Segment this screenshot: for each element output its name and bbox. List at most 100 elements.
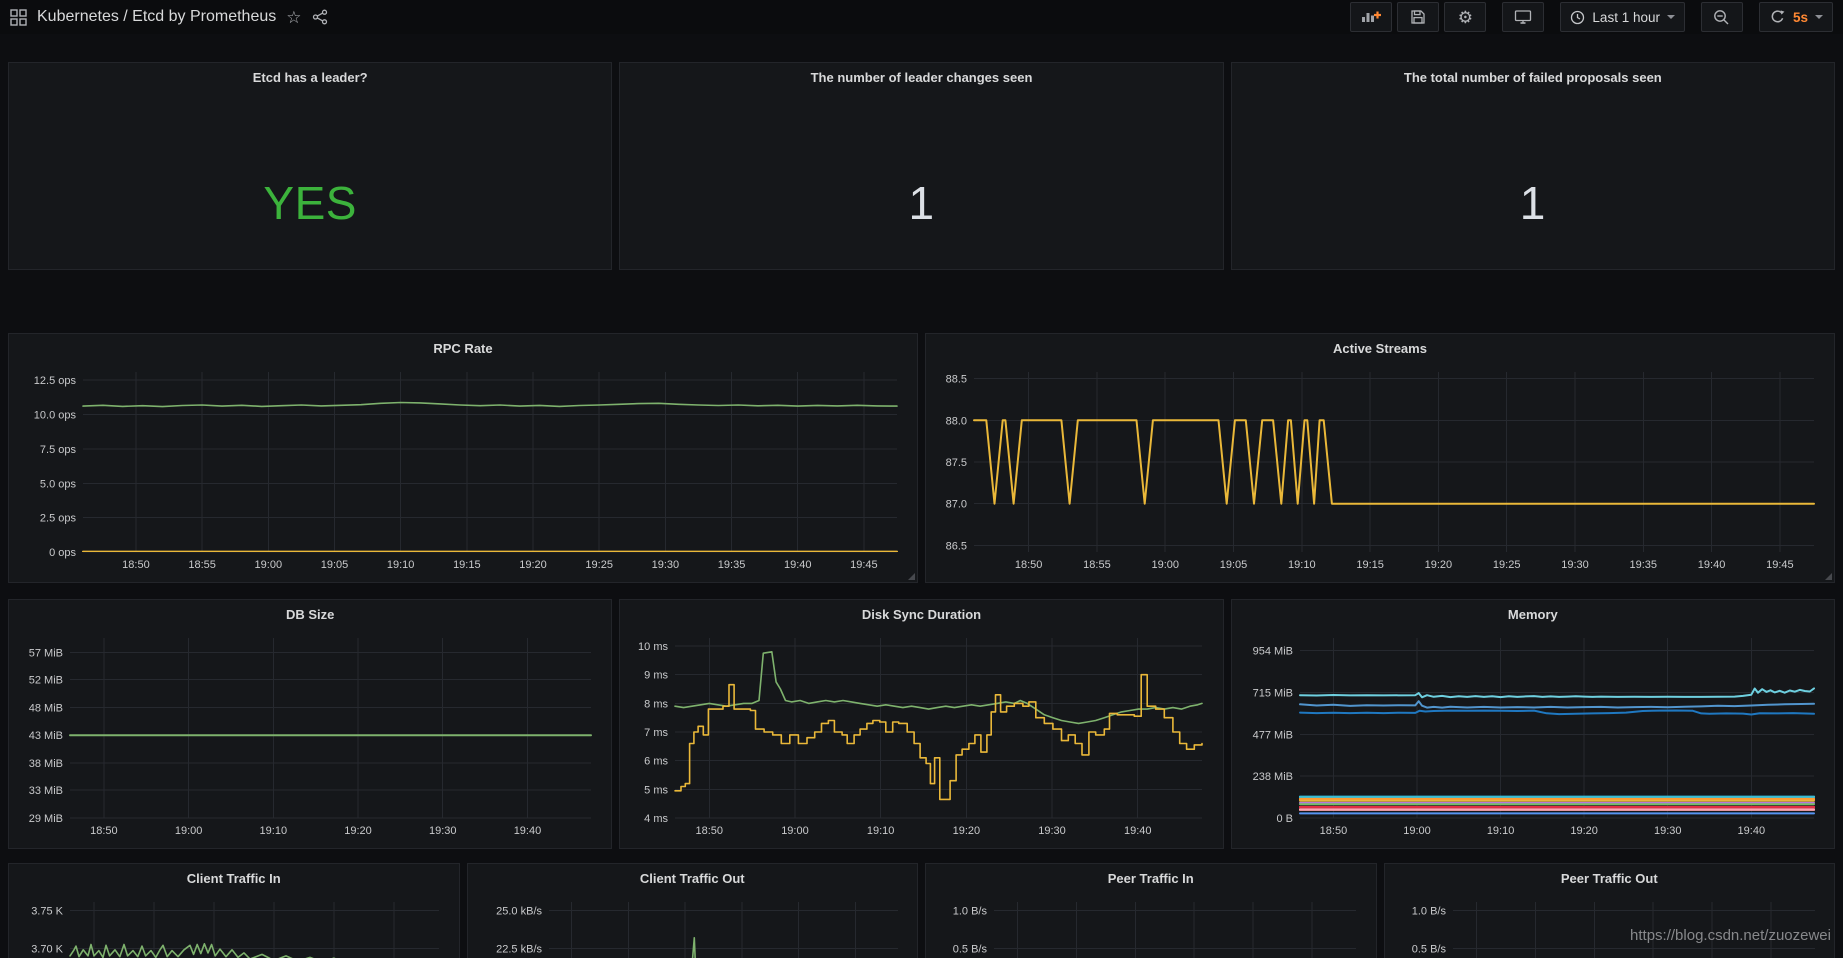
dashboard-settings-button[interactable]: ⚙ — [1444, 2, 1486, 32]
svg-text:19:00: 19:00 — [1151, 559, 1179, 571]
svg-text:3.70 K: 3.70 K — [31, 943, 63, 955]
save-icon — [1410, 9, 1426, 25]
stat-value-leader-changes: 1 — [620, 176, 1222, 230]
dashboard-title[interactable]: Kubernetes / Etcd by Prometheus — [37, 8, 276, 26]
svg-text:18:50: 18:50 — [696, 825, 724, 837]
csdn-watermark: https://blog.csdn.net/zuozewei — [1630, 927, 1831, 944]
chevron-down-icon — [1667, 15, 1675, 19]
svg-text:19:30: 19:30 — [1561, 559, 1589, 571]
svg-text:238 MiB: 238 MiB — [1252, 771, 1292, 783]
panel-title-leader-changes[interactable]: The number of leader changes seen — [620, 63, 1222, 91]
svg-text:19:35: 19:35 — [718, 559, 746, 571]
svg-text:19:35: 19:35 — [1630, 559, 1658, 571]
svg-text:19:10: 19:10 — [387, 559, 415, 571]
graph-row-3: Client Traffic In 3.75 K3.70 K18:5019:00… — [8, 863, 1835, 958]
chart-disk-sync-duration[interactable]: 4 ms5 ms6 ms7 ms8 ms9 ms10 ms18:5019:001… — [624, 628, 1216, 840]
panel-resize-handle[interactable] — [1825, 573, 1832, 580]
chart-db-size[interactable]: 29 MiB33 MiB38 MiB43 MiB48 MiB52 MiB57 M… — [13, 628, 605, 840]
chart-client-traffic-out[interactable]: 25.0 kB/s22.5 kB/s18:5019:0019:1019:2019… — [472, 892, 912, 958]
svg-text:0.5 B/s: 0.5 B/s — [1411, 943, 1446, 955]
svg-text:19:40: 19:40 — [1698, 559, 1726, 571]
svg-text:19:15: 19:15 — [1356, 559, 1384, 571]
svg-text:19:00: 19:00 — [782, 825, 810, 837]
svg-text:0 B: 0 B — [1276, 813, 1293, 825]
clock-icon — [1570, 10, 1585, 25]
gear-icon: ⚙ — [1458, 9, 1473, 26]
refresh-picker[interactable]: 5s — [1759, 2, 1833, 32]
panel-client-traffic-out: Client Traffic Out 25.0 kB/s22.5 kB/s18:… — [467, 863, 919, 958]
panel-title-etcd-has-leader[interactable]: Etcd has a leader? — [9, 63, 611, 91]
svg-text:715 MiB: 715 MiB — [1252, 688, 1292, 700]
save-dashboard-button[interactable] — [1397, 2, 1439, 32]
svg-text:48 MiB: 48 MiB — [29, 702, 63, 714]
zoom-out-time-button[interactable] — [1701, 2, 1743, 32]
chart-memory[interactable]: 0 B238 MiB477 MiB715 MiB954 MiB18:5019:0… — [1236, 628, 1828, 840]
svg-text:19:10: 19:10 — [867, 825, 895, 837]
svg-text:19:15: 19:15 — [453, 559, 481, 571]
panel-title-active-streams[interactable]: Active Streams — [926, 334, 1834, 362]
apps-grid-icon[interactable] — [10, 9, 27, 26]
panel-title-client-traffic-out[interactable]: Client Traffic Out — [468, 864, 918, 892]
panel-memory: Memory 0 B238 MiB477 MiB715 MiB954 MiB18… — [1231, 599, 1835, 849]
svg-text:19:20: 19:20 — [519, 559, 547, 571]
panel-title-peer-traffic-in[interactable]: Peer Traffic In — [926, 864, 1376, 892]
svg-text:18:55: 18:55 — [188, 559, 216, 571]
panel-title-memory[interactable]: Memory — [1232, 600, 1834, 628]
time-range-picker[interactable]: Last 1 hour — [1560, 2, 1685, 32]
chart-peer-traffic-in[interactable]: 1.0 B/s0.5 B/s18:5019:0019:1019:2019:301… — [930, 892, 1370, 958]
star-icon[interactable]: ☆ — [286, 9, 301, 26]
add-panel-button[interactable] — [1350, 2, 1392, 32]
svg-text:18:50: 18:50 — [1319, 825, 1347, 837]
graph-row-1: RPC Rate 0 ops 2.5 ops 5.0 ops 7.5 ops 10.0 … — [8, 333, 1835, 583]
svg-text:19:30: 19:30 — [1039, 825, 1067, 837]
svg-text:4 ms: 4 ms — [644, 813, 668, 825]
svg-text:18:50: 18:50 — [90, 825, 118, 837]
svg-text:1.0 B/s: 1.0 B/s — [1411, 906, 1446, 918]
svg-text:2.5 ops: 2.5 ops — [40, 513, 77, 525]
svg-text:86.5: 86.5 — [946, 540, 967, 552]
svg-text:19:30: 19:30 — [652, 559, 680, 571]
svg-text:19:40: 19:40 — [514, 825, 542, 837]
svg-text:7.5 ops: 7.5 ops — [40, 444, 77, 456]
svg-text:38 MiB: 38 MiB — [29, 758, 63, 770]
svg-text:7 ms: 7 ms — [644, 727, 668, 739]
panel-title-peer-traffic-out[interactable]: Peer Traffic Out — [1385, 864, 1835, 892]
panel-title-rpc-rate[interactable]: RPC Rate — [9, 334, 917, 362]
panel-leader-changes: The number of leader changes seen 1 — [619, 62, 1223, 270]
svg-text:19:05: 19:05 — [1220, 559, 1248, 571]
navbar-left: Kubernetes / Etcd by Prometheus ☆ — [10, 8, 329, 26]
panel-etcd-has-leader: Etcd has a leader? YES — [8, 62, 612, 270]
svg-text:19:20: 19:20 — [344, 825, 372, 837]
svg-text:12.5 ops: 12.5 ops — [34, 375, 77, 387]
panel-title-disk-sync-duration[interactable]: Disk Sync Duration — [620, 600, 1222, 628]
panel-rpc-rate: RPC Rate 0 ops 2.5 ops 5.0 ops 7.5 ops 10.0 … — [8, 333, 918, 583]
svg-text:5.0 ops: 5.0 ops — [40, 478, 77, 490]
svg-text:19:20: 19:20 — [953, 825, 981, 837]
svg-text:477 MiB: 477 MiB — [1252, 729, 1292, 741]
panel-db-size: DB Size 29 MiB33 MiB38 MiB43 MiB48 MiB52… — [8, 599, 612, 849]
svg-text:52 MiB: 52 MiB — [29, 675, 63, 687]
share-icon[interactable] — [312, 9, 329, 25]
stat-row: Etcd has a leader? YES The number of lea… — [8, 62, 1835, 270]
chart-client-traffic-in[interactable]: 3.75 K3.70 K18:5019:0019:1019:2019:3019:… — [13, 892, 453, 958]
panel-title-failed-proposals[interactable]: The total number of failed proposals see… — [1232, 63, 1834, 91]
svg-text:10.0 ops: 10.0 ops — [34, 410, 77, 422]
chevron-down-icon — [1815, 15, 1823, 19]
refresh-interval-label: 5s — [1793, 10, 1808, 25]
chart-active-streams[interactable]: 86.587.087.588.088.518:5018:5519:0019:05… — [930, 362, 1828, 574]
svg-text:0 ops: 0 ops — [49, 547, 76, 559]
panel-title-db-size[interactable]: DB Size — [9, 600, 611, 628]
svg-text:19:10: 19:10 — [1288, 559, 1316, 571]
chart-rpc-rate[interactable]: 0 ops 2.5 ops 5.0 ops 7.5 ops 10.0 ops 12.5 o… — [13, 362, 911, 574]
svg-text:22.5 kB/s: 22.5 kB/s — [496, 943, 542, 955]
svg-text:19:00: 19:00 — [255, 559, 283, 571]
svg-text:19:30: 19:30 — [1654, 825, 1682, 837]
cycle-view-mode-button[interactable] — [1502, 2, 1544, 32]
chart-peer-traffic-out[interactable]: 1.0 B/s0.5 B/s18:5019:0019:1019:2019:301… — [1389, 892, 1829, 958]
panel-resize-handle[interactable] — [908, 573, 915, 580]
svg-text:43 MiB: 43 MiB — [29, 730, 63, 742]
navbar-right: ⚙ Last 1 hour — [1350, 2, 1833, 32]
zoom-out-icon — [1713, 9, 1730, 26]
panel-title-client-traffic-in[interactable]: Client Traffic In — [9, 864, 459, 892]
svg-text:87.5: 87.5 — [946, 457, 967, 469]
